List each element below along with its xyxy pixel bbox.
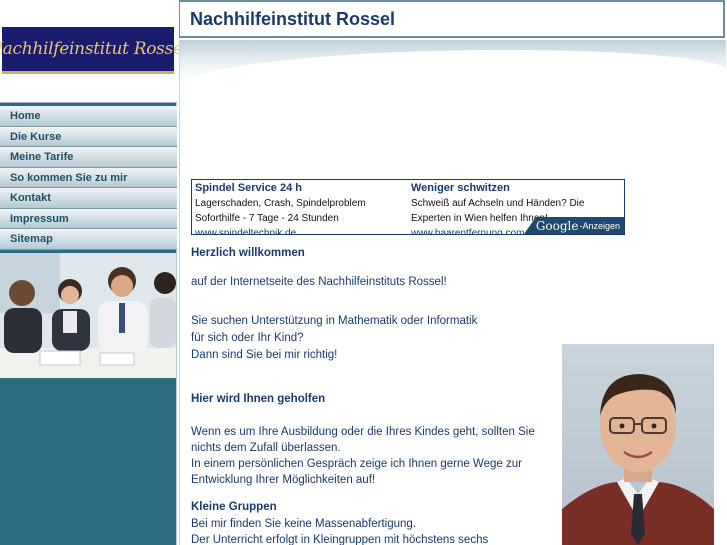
nav-item-impressum[interactable]: Impressum bbox=[0, 208, 177, 229]
google-ads-box: Spindel Service 24 h Lagerschaden, Crash… bbox=[191, 179, 625, 235]
ad-text-line: Lagerschaden, Crash, Spindelproblem bbox=[195, 198, 366, 209]
logo-area: Nachhilfeinstitut Rossel bbox=[0, 0, 188, 103]
page-title: Nachhilfeinstitut Rossel bbox=[190, 9, 396, 29]
welcome-heading: Herzlich willkommen bbox=[191, 247, 305, 259]
welcome-text: auf der Internetseite des Nachhilfeinsti… bbox=[191, 276, 447, 288]
team-meeting-image bbox=[0, 253, 176, 378]
left-column: Nachhilfeinstitut Rossel Home Die Kurse … bbox=[0, 0, 188, 545]
help-line: Wenn es um Ihre Ausbildung oder die Ihre… bbox=[191, 426, 535, 438]
ad-url[interactable]: www.spindeltechnik.de bbox=[195, 226, 405, 234]
intro-line: Dann sind Sie bei mir richtig! bbox=[191, 349, 338, 361]
main-navigation: Home Die Kurse Meine Tarife So kommen Si… bbox=[0, 106, 177, 250]
nav-item-sitemap[interactable]: Sitemap bbox=[0, 229, 177, 250]
intro-line: für sich oder Ihr Kind? bbox=[191, 332, 304, 344]
help-heading: Hier wird Ihnen geholfen bbox=[191, 393, 326, 405]
ad-text-line: Soforthilfe - 7 Tage - 24 Stunden bbox=[195, 213, 339, 224]
groups-line: Der Unterricht erfolgt in Kleingruppen m… bbox=[191, 534, 489, 545]
team-meeting-photo bbox=[0, 253, 176, 378]
nav-item-anfahrt[interactable]: So kommen Sie zu mir bbox=[0, 167, 177, 188]
ad-title[interactable]: Weniger schwitzen bbox=[411, 181, 621, 196]
help-line: Entwicklung Ihrer Möglichkeiten auf! bbox=[191, 474, 376, 486]
portrait-photo bbox=[562, 344, 714, 545]
help-line: nichts dem Zufall überlassen. bbox=[191, 442, 341, 454]
groups-heading: Kleine Gruppen bbox=[191, 501, 277, 513]
google-logo-text: Google bbox=[535, 218, 579, 233]
nav-item-kontakt[interactable]: Kontakt bbox=[0, 188, 177, 209]
portrait-image bbox=[562, 344, 714, 545]
google-ads-label: -Anzeigen bbox=[579, 220, 620, 231]
logo[interactable]: Nachhilfeinstitut Rossel bbox=[0, 27, 188, 74]
help-line: In einem persönlichen Gespräch zeige ich… bbox=[191, 458, 522, 470]
groups-line: Bei mir finden Sie keine Massenabfertigu… bbox=[191, 518, 417, 530]
decorative-wave bbox=[180, 40, 726, 90]
ad-text-line: Schweiß auf Achseln und Händen? Die bbox=[411, 198, 585, 209]
logo-text: Nachhilfeinstitut Rossel bbox=[0, 39, 188, 59]
intro-line: Sie suchen Unterstützung in Mathematik o… bbox=[191, 315, 478, 327]
ad-title[interactable]: Spindel Service 24 h bbox=[195, 181, 405, 196]
google-ads-badge[interactable]: Google -Anzeigen bbox=[524, 217, 624, 234]
nav-item-tarife[interactable]: Meine Tarife bbox=[0, 147, 177, 168]
nav-item-home[interactable]: Home bbox=[0, 106, 177, 127]
ad-spindel[interactable]: Spindel Service 24 h Lagerschaden, Crash… bbox=[195, 181, 405, 234]
site-header: Nachhilfeinstitut Rossel bbox=[179, 0, 725, 38]
nav-item-kurse[interactable]: Die Kurse bbox=[0, 126, 177, 147]
